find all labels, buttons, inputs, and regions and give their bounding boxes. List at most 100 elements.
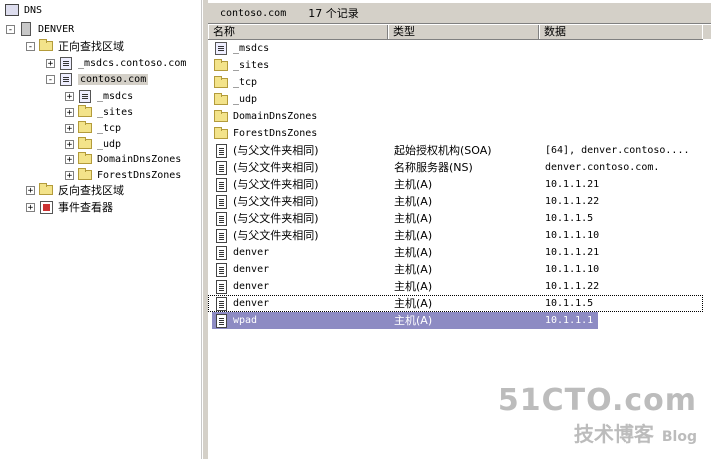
record-data: 10.1.1.5 (545, 298, 594, 309)
record-data: 10.1.1.22 (545, 281, 600, 292)
tree-label-contoso: contoso.com (78, 73, 149, 85)
list-item-folder[interactable]: _msdcs (208, 40, 703, 57)
tree-node-reverse-zones[interactable]: + 反向查找区域 (26, 182, 124, 198)
table-row[interactable]: denver 主机(A) 10.1.1.22 (208, 278, 703, 295)
tree-node-contoso[interactable]: - contoso.com (46, 71, 149, 87)
record-name: wpad (233, 315, 258, 326)
item-name: _msdcs (233, 43, 270, 54)
tree-node-denver[interactable]: - DENVER (6, 21, 74, 37)
folder-icon (77, 152, 93, 166)
tree-label-dns: DNS (24, 4, 43, 16)
column-header-type[interactable]: 类型 (388, 25, 539, 39)
record-data: 10.1.1.10 (545, 264, 600, 275)
list-item-folder[interactable]: ForestDnsZones (208, 125, 703, 142)
record-type: 主机(A) (394, 263, 433, 276)
record-data: denver.contoso.com. (545, 162, 660, 173)
record-name: denver (233, 264, 270, 275)
tree-node-forestdnszones[interactable]: + ForestDnsZones (65, 167, 181, 183)
expand-icon[interactable]: + (26, 185, 35, 195)
list-item-folder[interactable]: DomainDnsZones (208, 108, 703, 125)
table-row[interactable]: denver 主机(A) 10.1.1.10 (208, 261, 703, 278)
table-row[interactable]: denver 主机(A) 10.1.1.21 (208, 244, 703, 261)
tree-node-udp[interactable]: + _udp (65, 136, 121, 152)
expand-icon[interactable]: + (26, 202, 35, 212)
tree-label-denver: DENVER (38, 23, 75, 35)
list-item-folder[interactable]: _tcp (208, 74, 703, 91)
tree-node-msdcs[interactable]: + _msdcs (65, 88, 133, 104)
expand-icon[interactable]: + (65, 91, 74, 101)
item-name: DomainDnsZones (233, 111, 318, 122)
tree-node-event-viewer[interactable]: + 事件查看器 (26, 199, 113, 215)
record-icon (213, 245, 229, 260)
list-item-folder[interactable]: _sites (208, 57, 703, 74)
column-header: 名称 类型 数据 (208, 25, 703, 40)
watermark-site: 51CTO.com (497, 383, 697, 418)
record-type: 名称服务器(NS) (394, 161, 473, 174)
tree-node-tcp[interactable]: + _tcp (65, 120, 121, 136)
tree-node-msdcs-zone[interactable]: + _msdcs.contoso.com (46, 55, 186, 71)
table-row[interactable]: (与父文件夹相同) 主机(A) 10.1.1.22 (208, 193, 703, 210)
collapse-icon[interactable]: - (26, 41, 35, 51)
tree-label: DomainDnsZones (97, 153, 182, 165)
tree-label: _udp (97, 138, 122, 150)
folder-icon (77, 105, 93, 119)
table-row[interactable]: (与父文件夹相同) 起始授权机构(SOA) [64], denver.conto… (208, 142, 703, 159)
list-item-folder[interactable]: _udp (208, 91, 703, 108)
record-type: 主机(A) (394, 280, 433, 293)
folder-icon (77, 121, 93, 135)
watermark-blog: Blog (661, 429, 697, 445)
record-type: 主机(A) (394, 314, 433, 327)
collapse-icon[interactable]: - (6, 24, 15, 34)
expand-icon[interactable]: + (65, 154, 74, 164)
table-row-selected[interactable]: wpad 主机(A) 10.1.1.1 (208, 312, 703, 329)
table-row[interactable]: (与父文件夹相同) 名称服务器(NS) denver.contoso.com. (208, 159, 703, 176)
tree-node-forward-zones[interactable]: - 正向查找区域 (26, 38, 124, 54)
tree-label-reverse-zones: 反向查找区域 (58, 184, 124, 197)
table-row[interactable]: denver 主机(A) 10.1.1.5 (208, 295, 703, 312)
record-data: 10.1.1.21 (545, 179, 600, 190)
tree-label-msdcs-zone: _msdcs.contoso.com (78, 57, 187, 69)
tree-label-forward-zones: 正向查找区域 (58, 40, 124, 53)
tree-label: ForestDnsZones (97, 169, 182, 181)
record-name: denver (233, 247, 270, 258)
zone-icon (213, 42, 229, 56)
table-row[interactable]: (与父文件夹相同) 主机(A) 10.1.1.5 (208, 210, 703, 227)
watermark: 51CTO.com 技术博客 Blog (498, 383, 697, 447)
expand-icon[interactable]: + (65, 123, 74, 133)
record-icon (213, 262, 229, 277)
tree-label-event-viewer: 事件查看器 (58, 201, 113, 214)
zone-name-label: contoso.com (220, 7, 287, 19)
record-name: (与父文件夹相同) (233, 229, 319, 242)
tree-node-sites[interactable]: + _sites (65, 104, 133, 120)
record-icon (213, 296, 229, 311)
expand-icon[interactable]: + (46, 58, 55, 68)
record-type: 主机(A) (394, 246, 433, 259)
table-row[interactable]: (与父文件夹相同) 主机(A) 10.1.1.10 (208, 227, 703, 244)
expand-icon[interactable]: + (65, 139, 74, 149)
table-row[interactable]: (与父文件夹相同) 主机(A) 10.1.1.21 (208, 176, 703, 193)
column-header-data[interactable]: 数据 (539, 25, 703, 39)
folder-icon (38, 183, 54, 197)
tree-node-domaindnszones[interactable]: + DomainDnsZones (65, 151, 181, 167)
expand-icon[interactable]: + (65, 170, 74, 180)
expand-icon[interactable]: + (65, 107, 74, 117)
record-list: _msdcs _sites _tcp _udp DomainDnsZones F… (208, 40, 703, 329)
record-type: 主机(A) (394, 195, 433, 208)
header-end-stub (702, 25, 711, 39)
column-header-name[interactable]: 名称 (208, 25, 388, 39)
tree-label: _tcp (97, 122, 122, 134)
item-name: _tcp (233, 77, 258, 88)
record-data: 10.1.1.5 (545, 213, 594, 224)
folder-icon (77, 137, 93, 151)
folder-icon (213, 58, 229, 73)
zone-icon (58, 72, 74, 86)
dns-icon (4, 3, 20, 17)
collapse-icon[interactable]: - (46, 74, 55, 84)
record-data: 10.1.1.21 (545, 247, 600, 258)
record-name: denver (233, 298, 270, 309)
record-name: (与父文件夹相同) (233, 212, 319, 225)
tree-label: _msdcs (97, 90, 134, 102)
record-icon (213, 211, 229, 226)
tree-node-dns[interactable]: DNS (4, 2, 42, 18)
record-icon (213, 160, 229, 175)
